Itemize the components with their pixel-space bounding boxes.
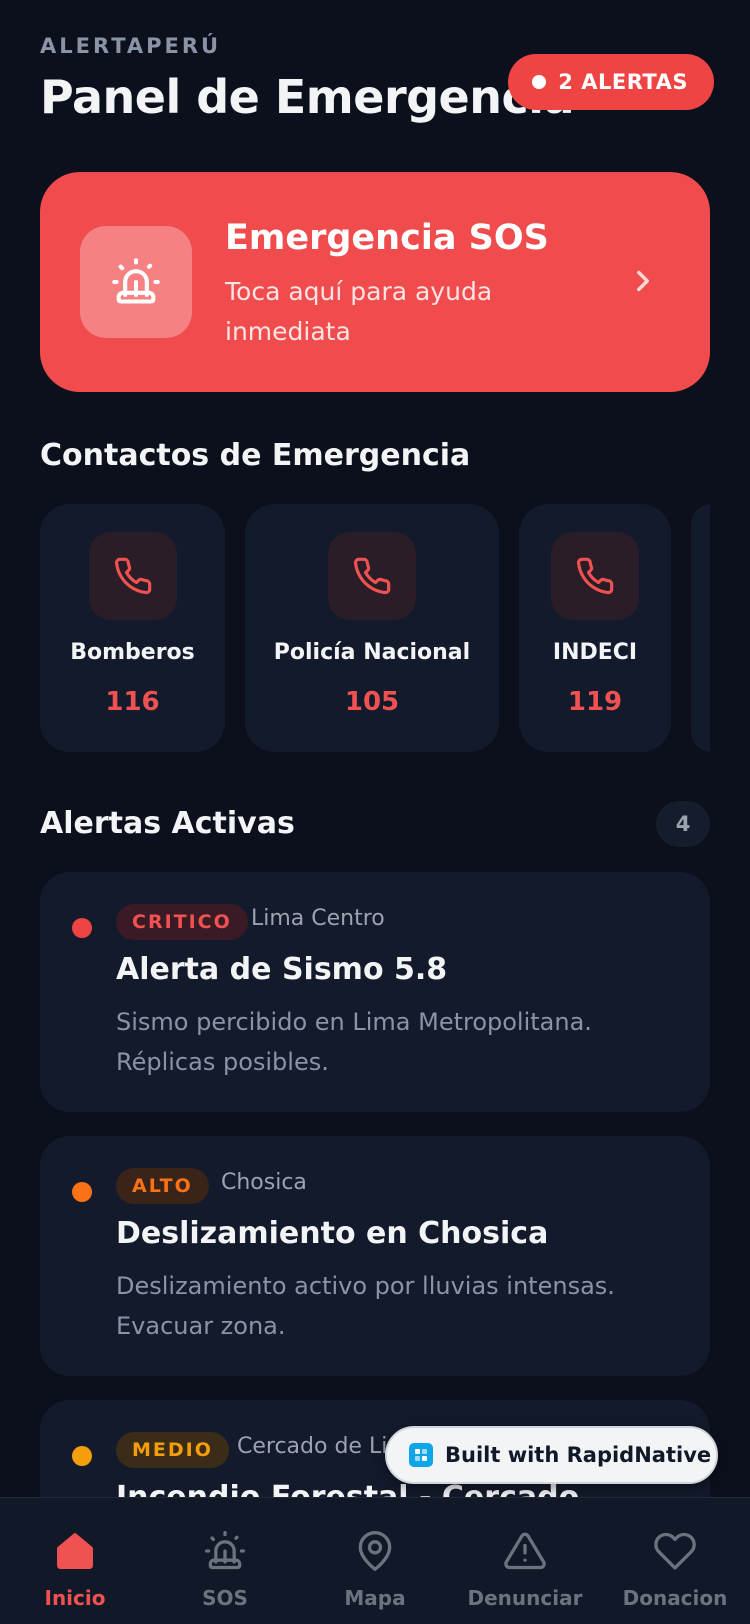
contact-number: 116 (105, 687, 160, 717)
sos-emergency-button[interactable]: Emergencia SOS Toca aquí para ayuda inme… (40, 172, 710, 392)
heart-icon (654, 1532, 696, 1570)
contact-card-indeci[interactable]: INDECI 119 (519, 504, 671, 752)
warning-icon (504, 1532, 546, 1570)
alert-title: Deslizamiento en Chosica (116, 1216, 549, 1251)
nav-item-mapa[interactable]: Mapa (300, 1498, 450, 1624)
chevron-right-icon (637, 270, 649, 292)
alert-location: Lima Centro (251, 906, 385, 931)
alert-card-deslizamiento[interactable]: ALTO Chosica Deslizamiento en Chosica De… (40, 1136, 710, 1376)
alert-level-tag: MEDIO (116, 1432, 229, 1468)
page-title: Panel de Emergencia (40, 70, 575, 124)
nav-item-donacion[interactable]: Donacion (600, 1498, 750, 1624)
map-pin-icon (358, 1531, 392, 1571)
alert-title: Alerta de Sismo 5.8 (116, 952, 448, 987)
phone-icon (353, 557, 391, 595)
contact-name: INDECI (552, 640, 638, 665)
contact-name: Policía Nacional (273, 640, 471, 665)
home-icon (57, 1533, 93, 1569)
siren-icon (205, 1531, 245, 1570)
contact-icon-box (551, 532, 639, 620)
alerts-count-badge[interactable]: 2 ALERTAS (508, 54, 714, 110)
alert-severity-dot (72, 1446, 92, 1466)
alert-severity-dot (72, 918, 92, 938)
alert-severity-dot (72, 1182, 92, 1202)
siren-icon (112, 258, 160, 304)
rapidnative-logo-icon (409, 1443, 433, 1467)
contact-card-policia[interactable]: Policía Nacional 105 (245, 504, 499, 752)
alert-location: Chosica (221, 1170, 307, 1195)
sos-icon-box (80, 226, 192, 338)
contact-number: 119 (567, 687, 623, 717)
phone-icon (576, 557, 614, 595)
alert-location: Cercado de Li (237, 1434, 388, 1459)
nav-label: Mapa (344, 1586, 406, 1610)
phone-icon (114, 557, 151, 595)
contact-icon-box (88, 532, 177, 620)
alerts-section-title: Alertas Activas (40, 806, 295, 841)
contact-card-bomberos[interactable]: Bomberos 116 (40, 504, 225, 752)
nav-item-inicio[interactable]: Inicio (0, 1498, 150, 1624)
contact-card-partial[interactable] (691, 504, 710, 752)
contact-name: Bomberos (70, 640, 195, 665)
nav-label: Inicio (44, 1586, 106, 1610)
alert-description: Sismo percibido en Lima Metropolitana. R… (116, 1008, 592, 1076)
alerts-count-pill: 4 (656, 801, 710, 847)
sos-subtitle: Toca aquí para ayuda inmediata (225, 277, 493, 346)
alert-card-sismo[interactable]: CRITICO Lima Centro Alerta de Sismo 5.8 … (40, 872, 710, 1112)
alert-level-tag: CRITICO (116, 904, 248, 940)
contact-icon-box (328, 532, 416, 620)
alerts-count-label: 2 ALERTAS (558, 70, 688, 94)
alert-level-tag: ALTO (116, 1168, 209, 1204)
nav-item-sos[interactable]: SOS (150, 1498, 300, 1624)
nav-label: SOS (202, 1586, 248, 1610)
nav-label: Donacion (622, 1586, 728, 1610)
emergency-dashboard-screen: ALERTAPERÚ Panel de Emergencia 2 ALERTAS… (0, 0, 750, 1624)
contacts-section-title: Contactos de Emergencia (40, 438, 471, 473)
nav-item-denunciar[interactable]: Denunciar (450, 1498, 600, 1624)
built-with-label: Built with RapidNative (445, 1443, 712, 1467)
alert-description: Deslizamiento activo por lluvias intensa… (116, 1272, 615, 1340)
contact-number: 105 (344, 687, 400, 717)
app-name: ALERTAPERÚ (40, 34, 222, 58)
badge-dot (532, 75, 547, 89)
bottom-navigation: Inicio SOS Mapa Denunciar Donacion (0, 1497, 750, 1624)
built-with-badge[interactable]: Built with RapidNative (385, 1426, 718, 1484)
sos-title: Emergencia SOS (225, 218, 549, 258)
nav-label: Denunciar (467, 1586, 583, 1610)
contacts-carousel[interactable]: Bomberos 116 Policía Nacional 105 INDECI… (40, 504, 710, 752)
